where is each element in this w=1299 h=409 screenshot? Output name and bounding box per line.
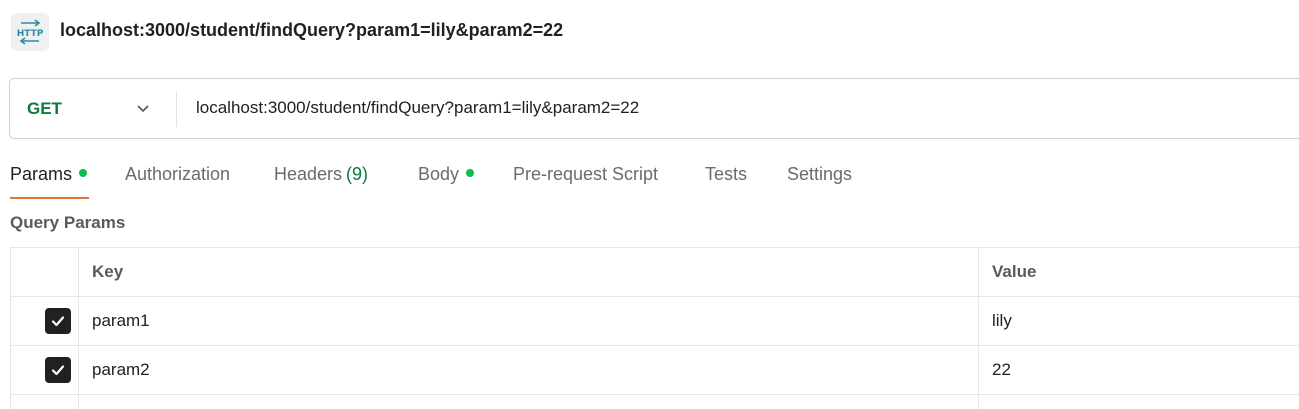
param-key-cell[interactable] [79,395,979,409]
tab-tests[interactable]: Tests [705,164,747,185]
url-bar: GET localhost:3000/student/findQuery?par… [9,78,1299,139]
param-value-cell[interactable]: lily [979,297,1299,345]
http-icon: HTTP [11,13,49,51]
column-header-value: Value [992,262,1037,281]
tab-settings-label: Settings [787,164,853,184]
param-key-cell[interactable]: param1 [79,297,979,345]
tab-body-label: Body [418,164,460,184]
checkmark-icon [51,316,64,327]
tab-headers-label: Headers [274,164,343,184]
row-check-cell [11,346,79,394]
active-tab-underline [10,197,89,199]
table-row: param1 lily [11,297,1299,346]
param-checkbox[interactable] [44,308,71,334]
tab-body-dot [466,169,475,178]
query-params-table: Key Value param1 lily param2 22 [10,247,1299,409]
param-key-cell[interactable]: param2 [79,346,979,394]
table-header-check-cell [11,248,79,296]
tab-tests-label: Tests [705,164,748,184]
param-value-cell[interactable]: 22 [979,346,1299,394]
column-header-key: Key [79,248,979,296]
method-label: GET [27,99,62,118]
param-value-cell[interactable] [979,395,1299,409]
row-check-cell [11,297,79,345]
tab-settings[interactable]: Settings [787,164,852,185]
table-empty-row [11,395,1299,409]
tab-headers-count: (9) [346,164,369,184]
url-input[interactable]: localhost:3000/student/findQuery?param1=… [196,98,639,118]
checkmark-icon [51,365,64,376]
request-title[interactable]: localhost:3000/student/findQuery?param1=… [60,20,563,41]
tab-authorization[interactable]: Authorization [125,164,230,185]
tab-params-label: Params [10,164,73,184]
tab-headers[interactable]: Headers (9) [274,164,368,185]
tab-authorization-label: Authorization [125,164,231,184]
tab-params-dot [79,169,88,178]
http-icon-label: HTTP [17,29,44,39]
chevron-down-icon [137,105,149,113]
url-divider [176,91,177,127]
tab-params[interactable]: Params [10,164,88,185]
query-params-title: Query Params [10,213,126,232]
tab-pre-request-script-label: Pre-request Script [513,164,659,184]
request-header: HTTP localhost:3000/student/findQuery?pa… [0,0,1299,66]
row-check-cell [11,395,79,409]
param-checkbox[interactable] [44,357,71,383]
tab-body[interactable]: Body [418,164,475,185]
tab-pre-request-script[interactable]: Pre-request Script [513,164,658,185]
table-header-row: Key Value [11,248,1299,297]
method-select[interactable]: GET [10,79,176,138]
table-row: param2 22 [11,346,1299,395]
